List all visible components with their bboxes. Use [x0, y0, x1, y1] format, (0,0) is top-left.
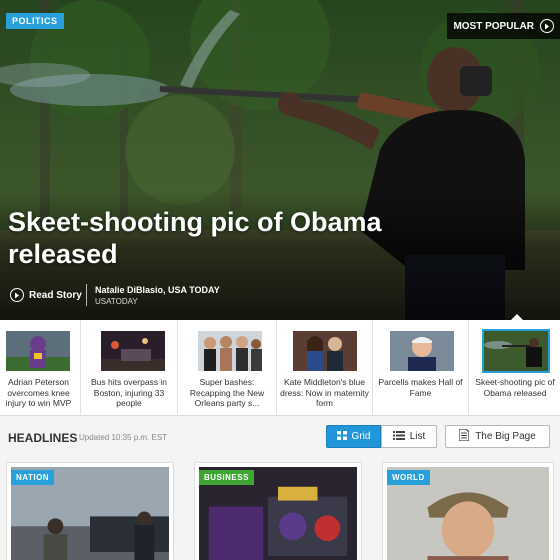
active-item-pointer: [511, 314, 523, 320]
strip-item-caption: Parcells makes Hall of Fame: [378, 377, 463, 398]
updated-timestamp: Updated 10:35 p.m. EST: [79, 433, 168, 442]
headlines-title: HEADLINES: [8, 431, 78, 445]
strip-item[interactable]: Adrian Peterson overcomes knee injury to…: [0, 320, 81, 416]
read-story-label: Read Story: [29, 289, 82, 301]
read-story-button[interactable]: Read Story: [10, 288, 82, 302]
most-popular-label: MOST POPULAR: [453, 20, 534, 32]
grid-icon: [336, 430, 347, 443]
play-circle-icon: [10, 288, 24, 302]
strip-item-caption: Skeet-shooting pic of Obama released: [475, 377, 555, 398]
strip-item-caption: Super bashes: Recapping the New Orleans …: [189, 377, 265, 408]
strip-item[interactable]: Kate Middleton's blue dress: Now in mate…: [277, 320, 373, 416]
hero-headline[interactable]: Skeet-shooting pic of Obama released: [8, 206, 428, 270]
list-icon: [392, 430, 405, 443]
card-tag-nation[interactable]: NATION: [11, 470, 55, 485]
strip-item[interactable]: Bus hits overpass in Boston, injuring 33…: [81, 320, 178, 416]
couple-photo: [293, 331, 357, 371]
strip-item-caption: Bus hits overpass in Boston, injuring 33…: [90, 377, 168, 408]
strip-item-active[interactable]: Skeet-shooting pic of Obama released: [469, 320, 560, 416]
byline-author: Natalie DiBlasio, USA TODAY: [95, 285, 220, 295]
grid-view-button[interactable]: Grid: [326, 425, 381, 448]
strip-item-caption: Kate Middleton's blue dress: Now in mate…: [280, 377, 369, 408]
skeet-shooting-photo: [482, 329, 550, 373]
strip-item[interactable]: Super bashes: Recapping the New Orleans …: [178, 320, 277, 416]
byline: Natalie DiBlasio, USA TODAY USATODAY: [95, 284, 220, 308]
big-page-button[interactable]: The Big Page: [445, 425, 550, 448]
party-group-photo: [198, 331, 262, 371]
list-view-button[interactable]: List: [381, 425, 437, 448]
portrait-photo: [390, 331, 454, 371]
strip-item[interactable]: Parcells makes Hall of Fame: [373, 320, 469, 416]
night-scene-photo: [101, 331, 165, 371]
card-tag-world[interactable]: WORLD: [387, 470, 430, 485]
card-tag-business[interactable]: BUSINESS: [199, 470, 254, 485]
strip-item-caption: Adrian Peterson overcomes knee injury to…: [5, 377, 72, 408]
byline-source: USATODAY: [95, 297, 138, 306]
grid-view-label: Grid: [351, 431, 371, 442]
big-page-label: The Big Page: [475, 431, 536, 442]
hero-story[interactable]: POLITICS MOST POPULAR Skeet-shooting pic…: [0, 0, 560, 320]
chevron-right-icon: [540, 19, 554, 33]
story-strip: Adrian Peterson overcomes knee injury to…: [0, 320, 560, 416]
page-icon: [458, 428, 470, 444]
football-player-photo: [6, 331, 70, 371]
list-view-label: List: [409, 431, 426, 442]
most-popular-button[interactable]: MOST POPULAR: [447, 13, 560, 39]
byline-divider: [86, 284, 87, 306]
section-tag-politics[interactable]: POLITICS: [6, 13, 64, 29]
